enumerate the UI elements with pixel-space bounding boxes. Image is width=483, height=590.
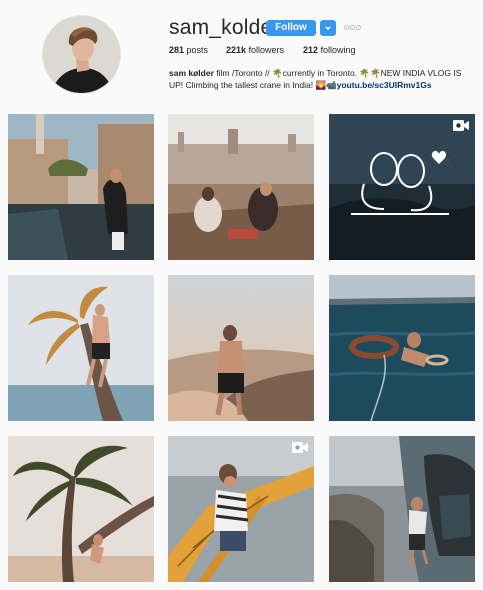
follow-button[interactable]: Follow <box>266 20 316 36</box>
bio-link[interactable]: youtu.be/sc3UIRmv1Gs <box>337 80 432 90</box>
profile-bio: sam kølder film /Toronto // 🌴currently i… <box>169 67 474 91</box>
profile-username: sam_kolder <box>169 16 280 39</box>
chevron-down-icon <box>325 27 331 30</box>
profile-header: sam_kolder Follow 281 posts 221k followe… <box>0 0 483 108</box>
bio-full-name: sam kølder <box>169 68 214 78</box>
bio-text-line-1: film /Toronto // 🌴currently in Toronto. … <box>213 68 462 78</box>
post-tile[interactable] <box>329 436 475 582</box>
video-camera-icon <box>292 442 308 453</box>
post-tile[interactable] <box>8 436 154 582</box>
followers-stat[interactable]: 221k followers <box>226 45 284 55</box>
more-options-icon <box>344 25 349 30</box>
more-options-button[interactable] <box>344 22 361 32</box>
post-tile[interactable] <box>329 275 475 421</box>
suggestions-dropdown-button[interactable] <box>320 20 336 36</box>
bio-text-line-2: UP! Climbing the tallest crane in India!… <box>169 80 337 90</box>
post-tile[interactable] <box>8 114 154 260</box>
posts-stat: 281 posts <box>169 45 209 55</box>
post-tile[interactable] <box>168 436 314 582</box>
profile-avatar[interactable] <box>42 15 121 94</box>
following-stat[interactable]: 212 following <box>303 45 356 55</box>
post-tile[interactable] <box>168 114 314 260</box>
post-tile[interactable] <box>8 275 154 421</box>
post-tile[interactable] <box>329 114 475 260</box>
video-camera-icon <box>453 120 469 131</box>
post-tile[interactable] <box>168 275 314 421</box>
